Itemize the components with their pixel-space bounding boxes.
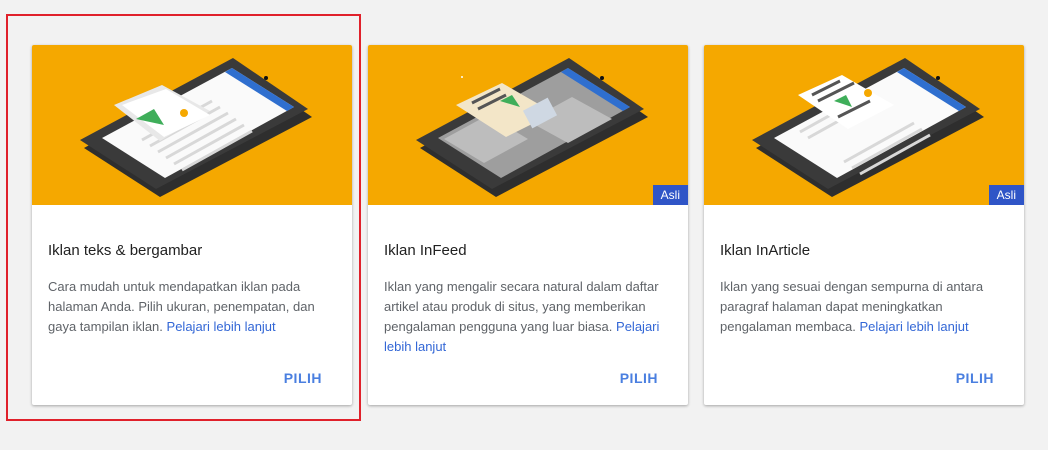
select-button[interactable]: PILIH [956,370,994,386]
ad-type-card-inarticle[interactable]: Asli Iklan InArticle Iklan yang sesuai d… [704,45,1024,405]
phone-with-inarticle-ad-icon [752,58,984,197]
native-badge: Asli [988,185,1024,205]
card-hero-banner: Asli [368,45,688,205]
card-description: Cara mudah untuk mendapatkan iklan pada … [48,277,340,337]
select-button[interactable]: PILIH [284,370,322,386]
card-title: Iklan InFeed [384,242,467,259]
card-title: Iklan teks & bergambar [48,242,203,259]
select-button[interactable]: PILIH [620,370,658,386]
ad-type-card-display[interactable]: Iklan teks & bergambar Cara mudah untuk … [32,45,352,405]
card-hero-banner [32,45,352,205]
learn-more-link[interactable]: Pelajari lebih lanjut [167,319,276,334]
phone-with-image-ad-icon [80,58,312,197]
card-description: Iklan yang mengalir secara natural dalam… [384,277,676,357]
card-title: Iklan InArticle [720,242,811,259]
card-description: Iklan yang sesuai dengan sempurna di ant… [720,277,1012,337]
card-hero-banner: Asli [704,45,1024,205]
learn-more-link[interactable]: Pelajari lebih lanjut [859,319,968,334]
native-badge: Asli [652,185,688,205]
phone-with-infeed-ad-icon [416,58,648,197]
ad-type-card-infeed[interactable]: Asli Iklan InFeed Iklan yang mengalir se… [368,45,688,405]
